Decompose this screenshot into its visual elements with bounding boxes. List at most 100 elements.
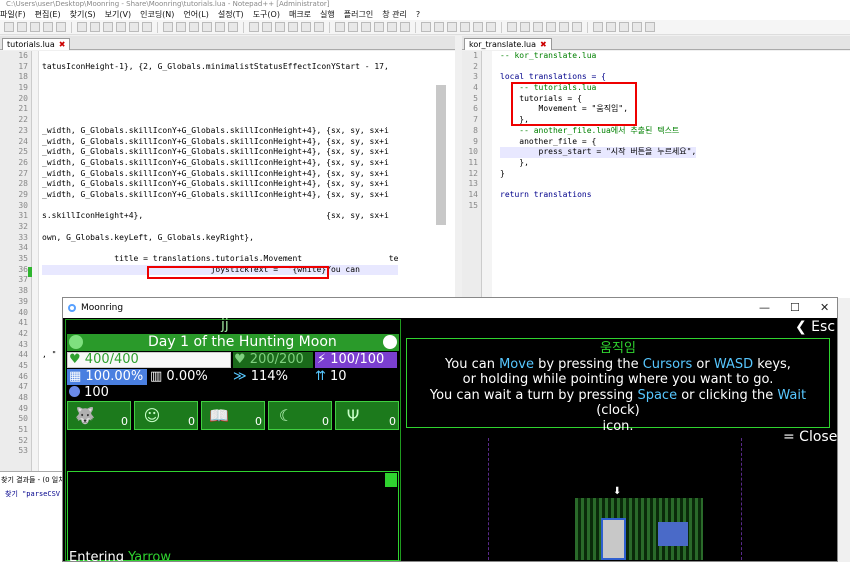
line-number: 12 — [468, 168, 478, 178]
line-number: 45 — [18, 360, 28, 370]
hp-value: 400/400 — [84, 352, 139, 367]
skill-slot[interactable]: 🐺 0 — [67, 401, 131, 430]
menu-item[interactable]: 창 관리 — [382, 10, 407, 19]
toolbar-button-icon[interactable] — [17, 22, 27, 32]
close-icon[interactable]: ✕ — [820, 298, 829, 318]
toolbar-button-icon[interactable] — [129, 22, 139, 32]
toolbar-button-icon[interactable] — [228, 22, 238, 32]
toolbar-button-icon[interactable] — [301, 22, 311, 32]
close-tab-icon[interactable]: ✖ — [59, 40, 66, 49]
toolbar-button-icon[interactable] — [606, 22, 616, 32]
clock-icon[interactable] — [383, 335, 397, 349]
right-editor[interactable]: 1 2 3 4 5 6 7 8 9 10 11 12 13 14 15 -- kor_translate.l… — [462, 51, 850, 298]
menu-item[interactable]: 편집(E) — [35, 10, 61, 19]
menu-item[interactable]: 인코딩(N) — [140, 10, 174, 19]
find-results-line[interactable]: 찾기 "parseCSV — [0, 488, 62, 500]
skill-slot[interactable]: ☾ 0 — [268, 401, 332, 430]
line-number: 23 — [18, 125, 28, 135]
skill-count: 0 — [255, 415, 262, 428]
toolbar-button-icon[interactable] — [486, 22, 496, 32]
toolbar-button-icon[interactable] — [142, 22, 152, 32]
toolbar-button-icon[interactable] — [202, 22, 212, 32]
moonring-window[interactable]: Moonring — ☐ ✕ jj Day 1 of the Hunting M… — [62, 297, 838, 562]
toolbar-button-icon[interactable] — [533, 22, 543, 32]
toolbar-button-icon[interactable] — [43, 22, 53, 32]
toolbar-button-icon[interactable] — [645, 22, 655, 32]
menu-item[interactable]: 설정(T) — [218, 10, 244, 19]
minimize-icon[interactable]: — — [759, 298, 770, 318]
toolbar-button-icon[interactable] — [56, 22, 66, 32]
toolbar-button-icon[interactable] — [4, 22, 14, 32]
toolbar-button-icon[interactable] — [546, 22, 556, 32]
toolbar-button-icon[interactable] — [572, 22, 582, 32]
toolbar-button-icon[interactable] — [30, 22, 40, 32]
toolbar-button-icon[interactable] — [632, 22, 642, 32]
menu-item[interactable]: 매크로 — [289, 10, 311, 19]
tip-line-3: You can wait a turn by pressing Space or… — [429, 387, 807, 419]
toolbar-button-icon[interactable] — [619, 22, 629, 32]
toolbar-button-icon[interactable] — [361, 22, 371, 32]
line-number: 51 — [18, 425, 28, 435]
toolbar-button-icon[interactable] — [262, 22, 272, 32]
toolbar-button-icon[interactable] — [387, 22, 397, 32]
speed-icon: ≫ — [233, 369, 251, 384]
toolbar-button-icon[interactable] — [374, 22, 384, 32]
line-number: 53 — [18, 446, 28, 456]
toolbar-button-icon[interactable] — [434, 22, 444, 32]
menu-item[interactable]: ? — [416, 10, 420, 19]
menu-item[interactable]: 도구(O) — [253, 10, 280, 19]
toolbar-button-icon[interactable] — [348, 22, 358, 32]
heart-icon: ♥ — [69, 352, 85, 367]
toolbar-button-icon[interactable] — [400, 22, 410, 32]
jester-icon: ☺ — [143, 406, 161, 425]
toolbar-button-icon[interactable] — [176, 22, 186, 32]
toolbar-separator — [415, 21, 416, 33]
toolbar-button-icon[interactable] — [447, 22, 457, 32]
skill-slot[interactable]: 📖 0 — [201, 401, 265, 430]
menu-item[interactable]: 찾기(S) — [70, 10, 96, 19]
toolbar-button-icon[interactable] — [249, 22, 259, 32]
line-number: 27 — [18, 168, 28, 178]
vertical-scrollbar[interactable] — [436, 85, 446, 225]
menu-item[interactable]: 보기(V) — [105, 10, 131, 19]
close-tip-button[interactable]: = Close — [783, 429, 837, 445]
toolbar-button-icon[interactable] — [103, 22, 113, 32]
line-number: 46 — [18, 371, 28, 381]
toolbar-button-icon[interactable] — [116, 22, 126, 32]
toolbar-button-icon[interactable] — [520, 22, 530, 32]
toolbar-button-icon[interactable] — [460, 22, 470, 32]
toolbar-button-icon[interactable] — [507, 22, 517, 32]
toolbar-button-icon[interactable] — [163, 22, 173, 32]
line-number: 14 — [468, 189, 478, 199]
code-line: _width, G_Globals.skillIconY+G_Globals.s… — [42, 179, 389, 189]
map-table — [658, 522, 688, 546]
skill-slot[interactable]: Ψ0 — [335, 401, 399, 430]
toolbar-button-icon[interactable] — [288, 22, 298, 32]
toolbar-button-icon[interactable] — [215, 22, 225, 32]
close-tab-icon[interactable]: ✖ — [540, 40, 547, 49]
menu-item[interactable]: 파일(F) — [0, 10, 26, 19]
toolbar-button-icon[interactable] — [559, 22, 569, 32]
line-number: 18 — [18, 72, 28, 82]
maximize-icon[interactable]: ☐ — [790, 298, 800, 318]
menu-item[interactable]: 플러그인 — [344, 10, 373, 19]
toolbar-button-icon[interactable] — [593, 22, 603, 32]
tab-kor-translate[interactable]: kor_translate.lua ✖ — [464, 38, 552, 50]
toolbar-button-icon[interactable] — [275, 22, 285, 32]
skill-slot[interactable]: ☺ 0 — [134, 401, 198, 430]
toolbar-button-icon[interactable] — [189, 22, 199, 32]
menu-item[interactable]: 실행 — [320, 10, 335, 19]
scroll-top-icon[interactable] — [385, 473, 397, 487]
esc-button[interactable]: ❮ Esc — [795, 319, 835, 335]
menu-item[interactable]: 언어(L) — [183, 10, 208, 19]
line-number: 31 — [18, 211, 28, 221]
line-number: 21 — [18, 104, 28, 114]
tab-tutorials[interactable]: tutorials.lua ✖ — [2, 38, 71, 50]
toolbar-button-icon[interactable] — [421, 22, 431, 32]
toolbar-button-icon[interactable] — [90, 22, 100, 32]
toolbar-button-icon[interactable] — [77, 22, 87, 32]
toolbar-button-icon[interactable] — [473, 22, 483, 32]
toolbar-button-icon[interactable] — [314, 22, 324, 32]
toolbar-button-icon[interactable] — [335, 22, 345, 32]
